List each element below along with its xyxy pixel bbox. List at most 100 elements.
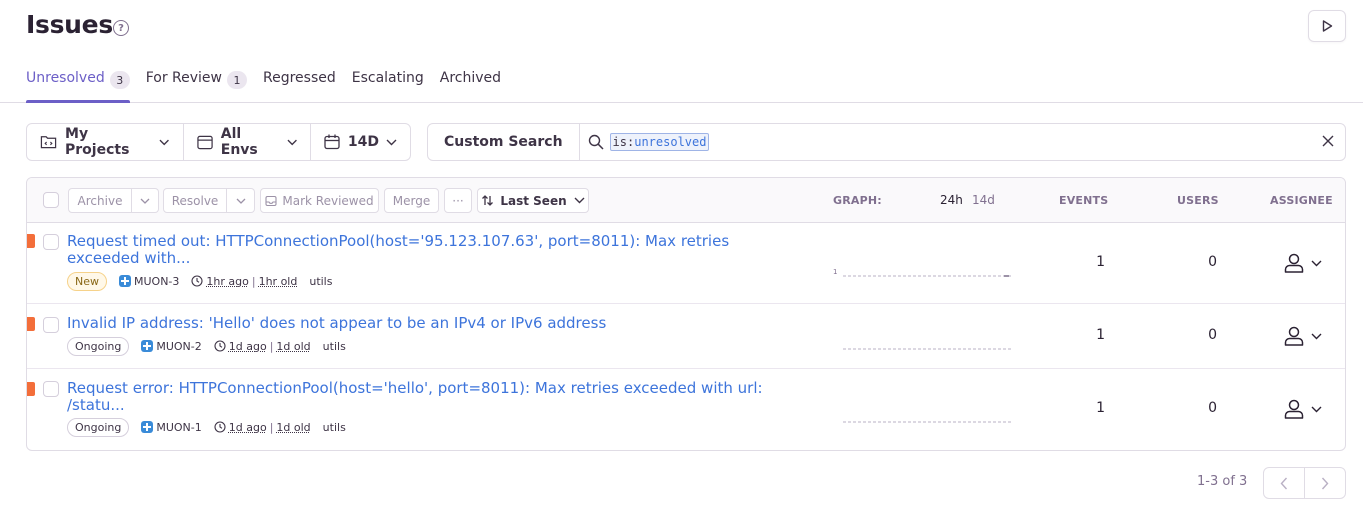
issue-checkbox[interactable]: [43, 234, 59, 250]
short-id: MUON-1: [156, 420, 202, 434]
assignee-selector[interactable]: [1283, 252, 1322, 274]
assignee-selector[interactable]: [1283, 398, 1322, 420]
event-count: 1: [1096, 254, 1105, 270]
chevron-down-icon: [236, 198, 245, 204]
tab-for-review[interactable]: For Review 1: [146, 70, 247, 103]
tab-label: Escalating: [351, 70, 424, 86]
clock-icon: [214, 340, 226, 352]
more-actions-button[interactable]: ···: [444, 188, 472, 213]
mark-reviewed-label: Mark Reviewed: [282, 193, 374, 208]
tab-count: 1: [227, 71, 247, 89]
close-icon[interactable]: [1321, 134, 1335, 148]
graph-14d-toggle[interactable]: 14d: [972, 193, 995, 207]
tab-escalating[interactable]: Escalating: [352, 70, 424, 103]
search-bar: Custom Search is:unresolved: [427, 123, 1346, 161]
archive-options-button[interactable]: [132, 188, 159, 213]
tab-archived[interactable]: Archived: [440, 70, 501, 103]
saved-search-button[interactable]: Custom Search: [428, 124, 580, 160]
priority-indicator: [27, 317, 35, 331]
tab-count: 3: [109, 71, 130, 89]
tab-label: Unresolved: [26, 70, 105, 86]
date-filter[interactable]: 14D: [311, 124, 410, 160]
status-badge: New: [67, 271, 107, 291]
play-icon: [1322, 20, 1333, 32]
first-seen[interactable]: 1d old: [276, 421, 310, 434]
project-id[interactable]: MUON-1: [141, 420, 202, 434]
next-page-button[interactable]: [1305, 468, 1346, 498]
search-token-key: is:: [612, 135, 635, 149]
priority-indicator: [27, 382, 35, 396]
issue-row[interactable]: Request error: HTTPConnectionPool(host='…: [27, 369, 1345, 450]
issue-title-link[interactable]: Invalid IP address: 'Hello' does not app…: [67, 315, 767, 332]
search-icon: [588, 134, 604, 150]
assignee-selector[interactable]: [1283, 325, 1322, 347]
tab-regressed[interactable]: Regressed: [263, 70, 336, 103]
calendar-icon: [324, 134, 340, 150]
event-sparkline: [843, 275, 1013, 277]
help-icon[interactable]: ?: [113, 20, 129, 36]
priority-indicator: [27, 234, 35, 248]
sort-icon: [482, 195, 494, 206]
chevron-down-icon: [1311, 333, 1322, 339]
resolve-options-button[interactable]: [227, 188, 255, 213]
first-seen[interactable]: 1d old: [276, 340, 310, 353]
date-filter-label: 14D: [347, 134, 379, 150]
project-id[interactable]: MUON-3: [119, 275, 179, 288]
environment-filter[interactable]: All Envs: [184, 124, 311, 160]
issue-times: 1hr ago | 1hr old: [191, 275, 297, 288]
issue-row[interactable]: Request timed out: HTTPConnectionPool(ho…: [27, 223, 1345, 304]
sort-button[interactable]: Last Seen: [477, 188, 589, 213]
pagination: [1263, 467, 1346, 499]
chevron-down-icon: [1311, 406, 1322, 412]
issue-tabs: Unresolved 3 For Review 1 Regressed Esca…: [26, 70, 517, 103]
chevron-down-icon: [574, 197, 585, 204]
tab-unresolved[interactable]: Unresolved 3: [26, 70, 130, 103]
play-button[interactable]: [1308, 10, 1346, 42]
resolve-button[interactable]: Resolve: [163, 188, 227, 213]
short-id: MUON-2: [156, 339, 202, 353]
project-platform-icon: [141, 421, 154, 433]
issue-checkbox[interactable]: [43, 317, 59, 333]
issue-meta: New MUON-3 1hr ago | 1hr old utils: [67, 271, 332, 291]
search-token-value: unresolved: [634, 135, 707, 149]
chevron-down-icon: [386, 139, 397, 145]
issue-title-link[interactable]: Request timed out: HTTPConnectionPool(ho…: [67, 233, 767, 267]
last-seen[interactable]: 1hr ago: [206, 275, 248, 288]
first-seen[interactable]: 1hr old: [259, 275, 298, 288]
clock-icon: [214, 421, 226, 433]
pagination-caption: 1-3 of 3: [1197, 474, 1248, 489]
project-filter-label: My Projects: [65, 126, 130, 158]
graph-max-label: 1: [833, 268, 838, 276]
tab-label: Archived: [439, 70, 502, 86]
issue-title-link[interactable]: Request error: HTTPConnectionPool(host='…: [67, 380, 767, 414]
issue-row[interactable]: Invalid IP address: 'Hello' does not app…: [27, 304, 1345, 369]
mark-reviewed-button[interactable]: Mark Reviewed: [260, 188, 379, 213]
merge-button[interactable]: Merge: [384, 188, 439, 213]
project-id[interactable]: MUON-2: [141, 339, 202, 353]
inbox-icon: [265, 195, 277, 206]
search-input[interactable]: is:unresolved: [609, 133, 710, 151]
chevron-right-icon: [1321, 477, 1329, 489]
chevron-down-icon: [140, 198, 150, 204]
tab-label: For Review: [145, 70, 222, 86]
events-column-header: EVENTS: [1059, 194, 1109, 207]
issue-meta: Ongoing MUON-1 1d ago | 1d old utils: [67, 417, 346, 437]
user-count: 0: [1208, 254, 1217, 270]
graph-24h-toggle[interactable]: 24h: [940, 193, 963, 207]
window-icon: [197, 135, 213, 149]
last-seen[interactable]: 1d ago: [229, 340, 267, 353]
issue-checkbox[interactable]: [43, 381, 59, 397]
issue-times: 1d ago | 1d old: [214, 340, 311, 353]
page-title: Issues: [26, 10, 113, 39]
graph-column-header: GRAPH:: [833, 194, 882, 207]
last-seen[interactable]: 1d ago: [229, 421, 267, 434]
project-platform-icon: [119, 275, 131, 287]
user-icon: [1284, 253, 1304, 273]
project-filter[interactable]: My Projects: [27, 124, 184, 160]
select-all-checkbox[interactable]: [43, 192, 59, 208]
logger-label: utils: [309, 274, 333, 288]
issue-list: Archive Resolve Mark Reviewed Merge ··· …: [26, 177, 1346, 451]
environment-filter-label: All Envs: [220, 126, 258, 158]
previous-page-button[interactable]: [1264, 468, 1305, 498]
archive-button[interactable]: Archive: [68, 188, 132, 213]
